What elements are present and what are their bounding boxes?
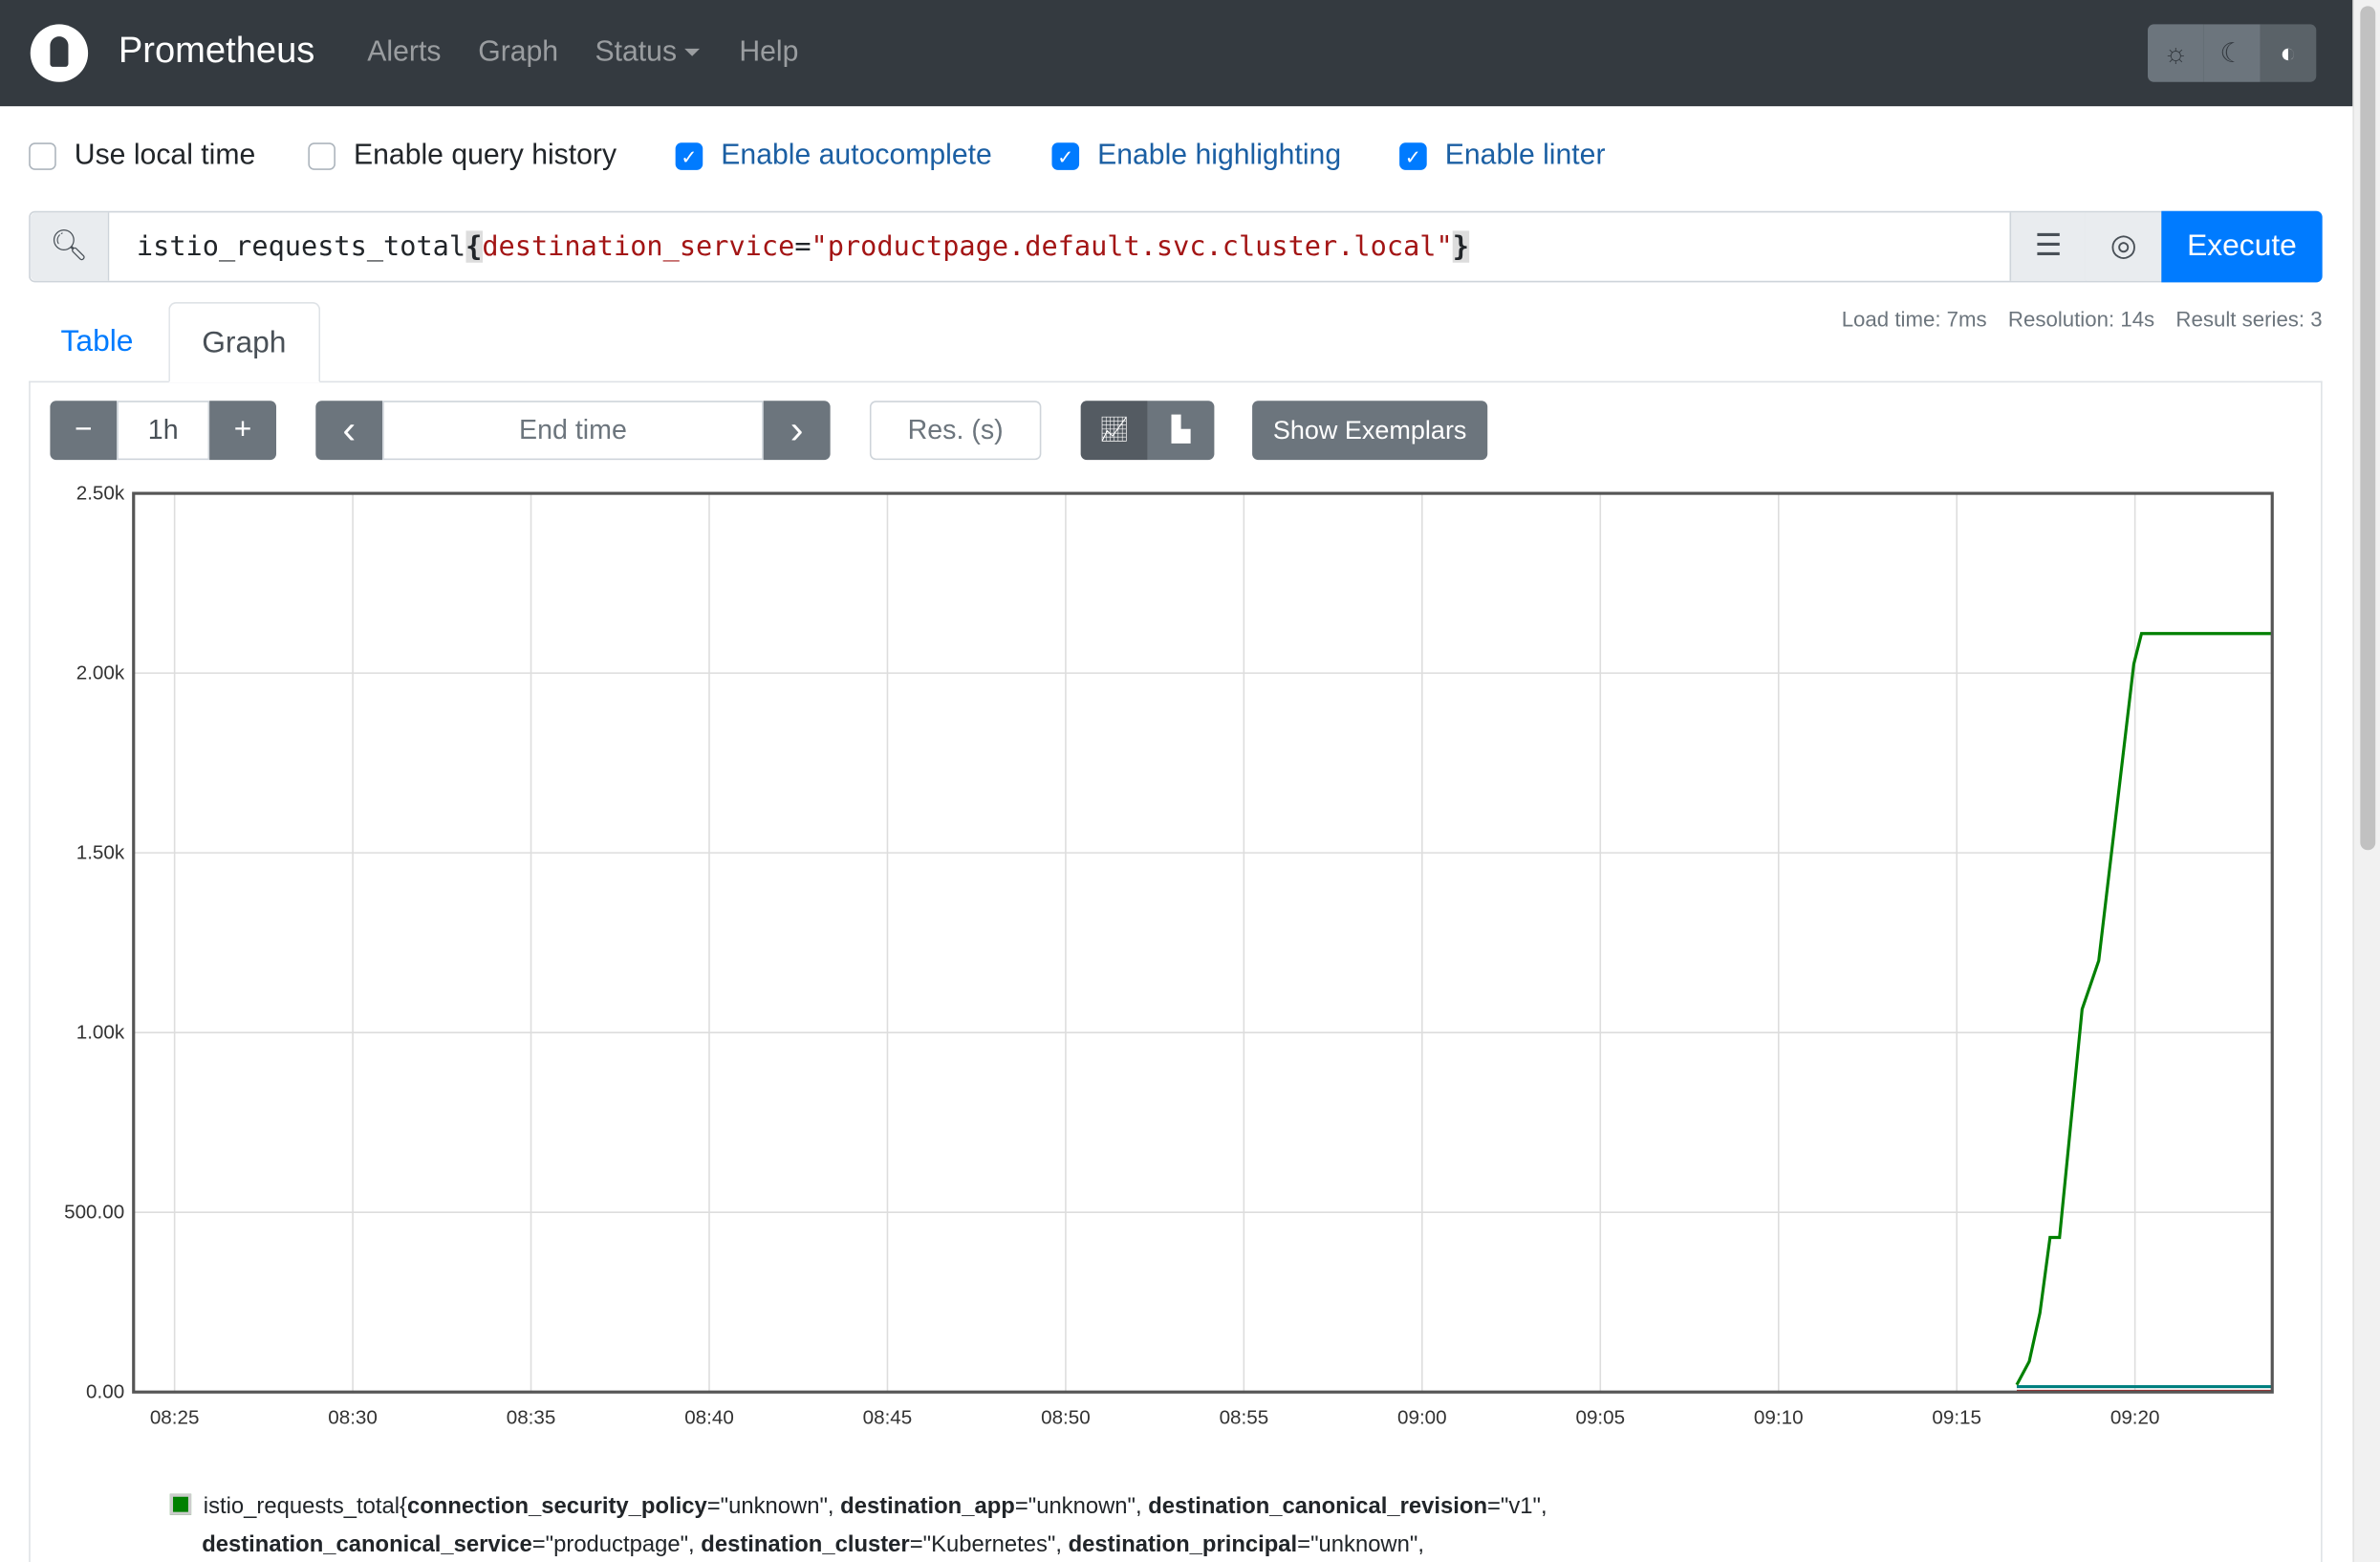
label-key: destination_canonical_service (202, 1531, 532, 1558)
label-value: ="Kubernetes", (909, 1531, 1069, 1558)
option-autocomplete[interactable]: ✓ Enable autocomplete (675, 140, 992, 173)
option-label: Enable highlighting (1097, 140, 1342, 172)
scrollbar-thumb[interactable] (2360, 6, 2376, 851)
load-time: Load time: 7ms (1841, 306, 1987, 332)
nav-help[interactable]: Help (739, 36, 798, 70)
caret-down-icon (683, 49, 700, 57)
label-value: ="unknown", (1014, 1493, 1149, 1520)
label-value: ="productpage", (531, 1531, 702, 1558)
label-key: destination_cluster (701, 1531, 910, 1558)
moon-icon[interactable]: ☾ (2203, 24, 2261, 82)
checkbox[interactable] (308, 142, 335, 170)
checkbox-checked[interactable]: ✓ (1051, 142, 1080, 170)
navbar: Prometheus Alerts Graph Status Help ☼ ☾ … (0, 0, 2353, 107)
x-tick-label: 08:55 (1220, 1407, 1269, 1429)
y-tick-label: 2.50k (76, 482, 125, 504)
label-value: ="v1", (1487, 1493, 1547, 1520)
nav-status-label: Status (595, 36, 678, 69)
label-key: connection_security_policy (407, 1493, 707, 1520)
tab-graph[interactable]: Graph (168, 302, 320, 383)
y-tick-label: 500.00 (64, 1202, 124, 1224)
x-tick-label: 08:35 (507, 1407, 556, 1429)
query-label-name: destination_service (482, 230, 795, 263)
label-key: destination_canonical_revision (1148, 1493, 1488, 1520)
format-query-icon[interactable]: ☰ (2009, 212, 2088, 281)
contrast-icon[interactable]: ◐ (2260, 24, 2317, 82)
y-tick-label: 2.00k (76, 662, 125, 683)
y-tick-label: 1.50k (76, 841, 125, 863)
metrics-explorer-icon[interactable]: ◎ (2085, 212, 2163, 281)
nav-alerts[interactable]: Alerts (367, 36, 441, 70)
nav-graph[interactable]: Graph (478, 36, 558, 70)
x-tick-label: 09:15 (1932, 1407, 1981, 1429)
previous-time-button[interactable]: ‹ (315, 401, 383, 461)
option-linter[interactable]: ✓ Enable linter (1399, 140, 1606, 173)
nav-status[interactable]: Status (595, 36, 700, 70)
x-tick-label: 08:30 (328, 1407, 378, 1429)
next-time-button[interactable]: › (763, 401, 831, 461)
query-input[interactable]: istio_requests_total{destination_service… (136, 230, 1469, 263)
end-time-input[interactable]: End time (382, 401, 764, 461)
query-metric: istio_requests_total (136, 230, 466, 263)
prometheus-logo-icon[interactable] (30, 24, 89, 82)
checkbox[interactable] (29, 142, 56, 170)
checkbox-checked[interactable]: ✓ (1399, 142, 1427, 170)
sun-icon[interactable]: ☼ (2148, 24, 2204, 82)
y-tick-label: 1.00k (76, 1022, 125, 1044)
x-tick-label: 08:50 (1041, 1407, 1091, 1429)
legend-metric: istio_requests_total{ (203, 1493, 408, 1520)
search-icon: 🔍︎ (30, 212, 110, 281)
resolution-input[interactable]: Res. (s) (869, 401, 1042, 461)
option-label: Enable autocomplete (721, 140, 992, 172)
query-bar: 🔍︎ istio_requests_total{destination_serv… (29, 210, 2323, 283)
stacked-chart-icon[interactable]: ▙ (1147, 401, 1215, 461)
option-query-history[interactable]: Enable query history (308, 140, 617, 173)
label-value: ="unknown", (706, 1493, 841, 1520)
x-tick-label: 08:45 (863, 1407, 913, 1429)
option-highlighting[interactable]: ✓ Enable highlighting (1051, 140, 1341, 173)
legend-item[interactable]: istio_requests_total{connection_security… (169, 1487, 1688, 1562)
option-label: Enable query history (354, 140, 617, 172)
legend: istio_requests_total{connection_security… (169, 1487, 1688, 1562)
x-tick-label: 09:00 (1397, 1407, 1447, 1429)
query-eq: = (794, 230, 811, 263)
graph-chart[interactable]: 0.00 500.00 1.00k 1.50k 2.00k 2.50k 08:25 08:30… (0, 470, 2338, 1442)
brace: { (465, 230, 483, 263)
result-series: Result series: 3 (2175, 306, 2323, 332)
resolution: Resolution: 14s (2007, 306, 2155, 332)
show-exemplars-button[interactable]: Show Exemplars (1252, 401, 1488, 461)
x-tick-label: 09:05 (1575, 1407, 1625, 1429)
increase-range-button[interactable]: + (209, 401, 277, 461)
label-key: destination_principal (1068, 1531, 1298, 1558)
x-tick-label: 08:40 (684, 1407, 734, 1429)
x-tick-label: 09:20 (2110, 1407, 2160, 1429)
option-label: Enable linter (1444, 140, 1606, 172)
x-tick-label: 08:25 (150, 1407, 200, 1429)
decrease-range-button[interactable]: − (50, 401, 118, 461)
option-use-local-time[interactable]: Use local time (29, 140, 255, 173)
tab-table[interactable]: Table (29, 302, 165, 381)
label-key: destination_app (840, 1493, 1015, 1520)
series-color-swatch (169, 1493, 192, 1515)
label-value: ="unknown", (1297, 1531, 1424, 1558)
scrollbar[interactable] (2352, 0, 2380, 1562)
execute-button[interactable]: Execute (2161, 210, 2323, 283)
checkbox-checked[interactable]: ✓ (675, 142, 703, 170)
query-label-value: "productpage.default.svc.cluster.local" (811, 230, 1453, 263)
option-label: Use local time (74, 140, 256, 172)
x-tick-label: 09:10 (1754, 1407, 1804, 1429)
plot-area (133, 493, 2273, 1393)
range-input[interactable]: 1h (117, 401, 210, 461)
line-chart-icon[interactable]: 📈︎ (1080, 401, 1148, 461)
brace: } (1452, 230, 1469, 263)
query-stats: Load time: 7ms Resolution: 14s Result seri… (1820, 306, 2323, 332)
brand[interactable]: Prometheus (119, 31, 314, 73)
y-tick-label: 0.00 (86, 1381, 124, 1403)
